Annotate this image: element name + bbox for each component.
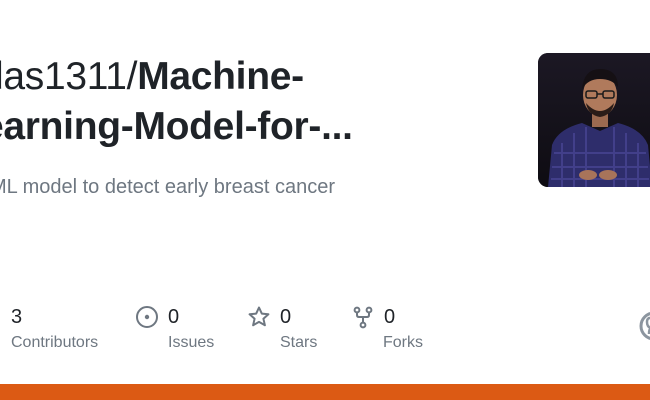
stat-contributors[interactable]: 3 Contributors: [11, 300, 98, 352]
repo-forked-icon: [351, 305, 375, 329]
repo-name-line2: -Model-for-...: [120, 105, 353, 148]
stars-count: 0: [280, 305, 292, 328]
star-icon: [247, 305, 271, 329]
repo-name-prefix-line2: earning: [0, 105, 121, 148]
contributors-label: Contributors: [11, 334, 99, 351]
repo-owner: das1311/: [0, 55, 138, 98]
stat-issues[interactable]: 0 Issues: [135, 300, 214, 352]
repo-stats: 3 Contributors 0 Issues 0 Stars 0 Forks: [0, 300, 650, 360]
issue-opened-icon: [135, 305, 159, 329]
contributors-count: 3: [11, 305, 23, 328]
repo-name-line1: Machine-: [137, 55, 304, 98]
social-preview-card: das1311/Machine- earning-Model-for-... M…: [0, 0, 650, 400]
repo-description: ML model to detect early breast cancer: [0, 176, 335, 198]
owner-avatar: [538, 53, 650, 187]
issues-label: Issues: [168, 334, 215, 351]
forks-label: Forks: [383, 334, 423, 351]
issues-count: 0: [168, 305, 180, 328]
stat-stars[interactable]: 0 Stars: [247, 300, 317, 352]
repo-title[interactable]: das1311/Machine- earning-Model-for-...: [0, 52, 412, 152]
stat-forks[interactable]: 0 Forks: [351, 300, 423, 352]
language-bar: [0, 384, 650, 400]
forks-count: 0: [384, 305, 396, 328]
avatar-photo: [538, 53, 650, 187]
github-mark-icon: [639, 311, 650, 341]
stars-label: Stars: [280, 334, 318, 351]
